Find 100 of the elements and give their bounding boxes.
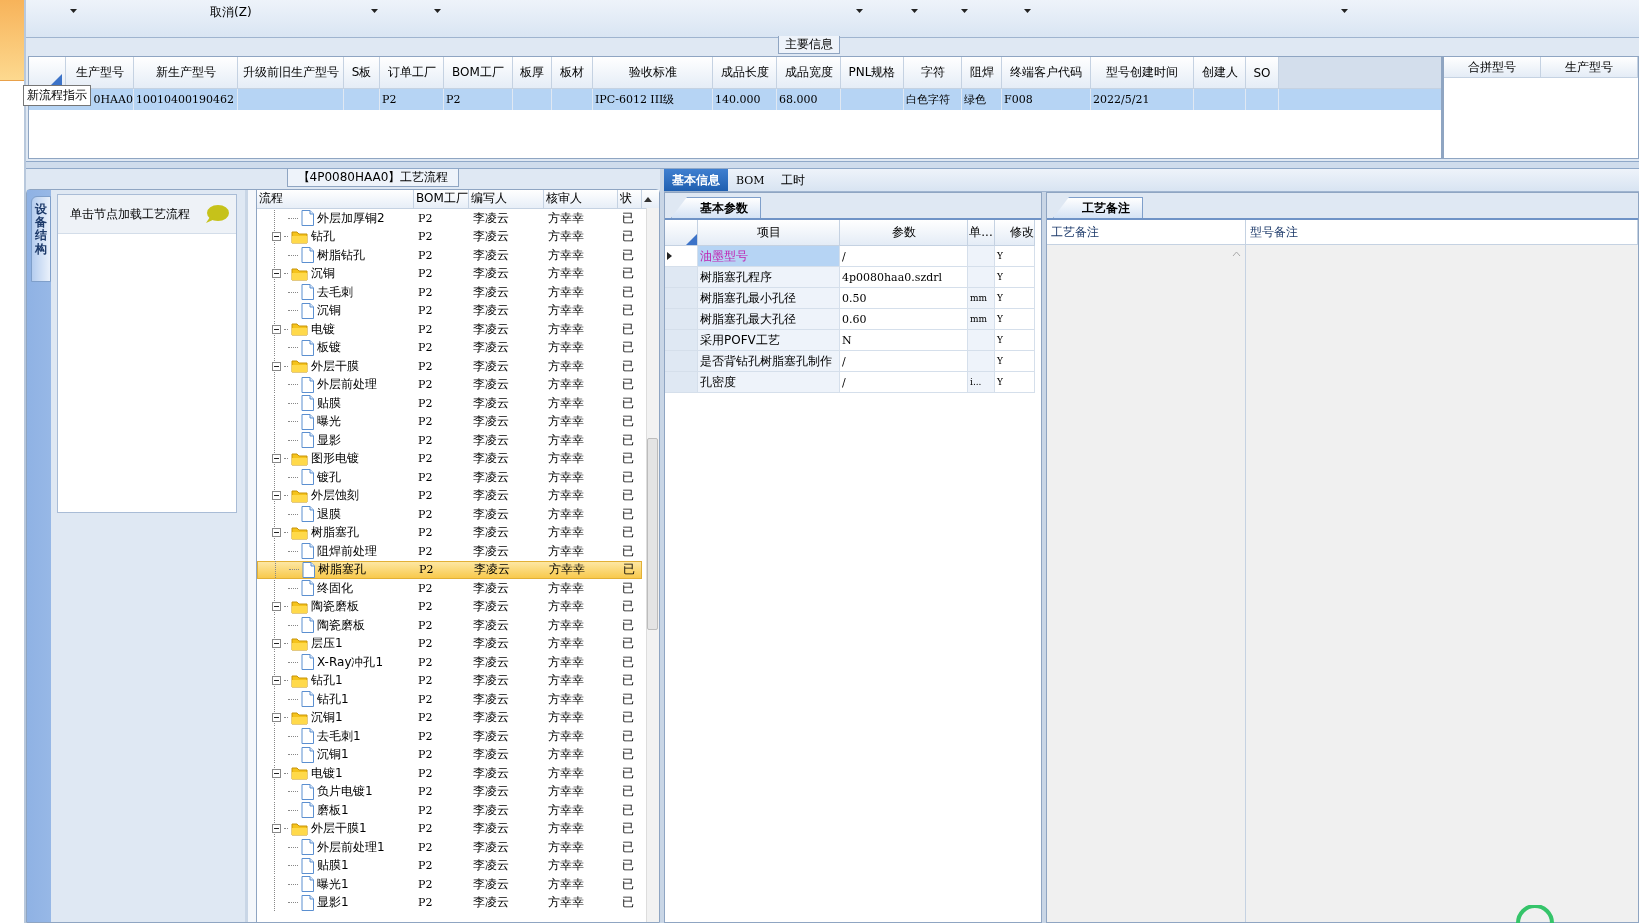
tree-row[interactable]: 磨板1 P2 李凌云 方幸幸 已 (257, 801, 642, 820)
table-cell (968, 330, 995, 351)
collapse-icon[interactable] (272, 361, 281, 371)
column-header[interactable]: 核审人 (544, 190, 618, 208)
table-cell: 已 (623, 562, 635, 577)
table-cell: 方幸幸 (548, 580, 584, 595)
tree-row[interactable]: X-Ray冲孔1 P2 李凌云 方幸幸 已 (257, 653, 642, 672)
column-header[interactable]: 合拼型号 (1444, 57, 1541, 77)
table-corner[interactable] (665, 220, 698, 246)
table-cell: 李凌云 (473, 284, 509, 299)
collapse-icon[interactable] (272, 602, 281, 612)
dropdown-caret-icon[interactable] (434, 9, 441, 13)
collapse-icon[interactable] (272, 324, 281, 334)
tree-row[interactable]: 陶瓷磨板 P2 李凌云 方幸幸 已 (257, 616, 642, 635)
tree-row[interactable]: 外层干膜1 P2 李凌云 方幸幸 已 (257, 819, 642, 838)
column-header[interactable]: 流程 (257, 190, 414, 208)
tree-row[interactable]: 负片电镀1 P2 李凌云 方幸幸 已 (257, 782, 642, 801)
column-header[interactable]: 单... (968, 220, 995, 246)
dropdown-caret-icon[interactable] (1024, 9, 1031, 13)
column-header[interactable]: 编写人 (469, 190, 544, 208)
scroll-up-icon[interactable] (643, 195, 653, 203)
folder-icon (291, 451, 308, 466)
table-cell: P2 (418, 378, 433, 392)
table-cell: 方幸幸 (548, 654, 584, 669)
tree-row[interactable]: 退膜 P2 李凌云 方幸幸 已 (257, 505, 642, 524)
collapse-icon[interactable] (272, 269, 281, 279)
tree-row[interactable]: 板镀 P2 李凌云 方幸幸 已 (257, 338, 642, 357)
column-header[interactable]: BOM工厂 (414, 190, 469, 208)
tree-row[interactable]: 显影1 P2 李凌云 方幸幸 已 (257, 893, 642, 912)
row-header[interactable] (665, 246, 698, 267)
tree-row[interactable]: 沉铜1 P2 李凌云 方幸幸 已 (257, 708, 642, 727)
tree-row[interactable]: 显影 P2 李凌云 方幸幸 已 (257, 431, 642, 450)
tree-row[interactable]: 图形电镀 P2 李凌云 方幸幸 已 (257, 449, 642, 468)
tree-row[interactable]: 沉铜 P2 李凌云 方幸幸 已 (257, 301, 642, 320)
cancel-menu[interactable]: 取消(Z) (210, 4, 252, 21)
table-cell: Y (995, 330, 1035, 351)
tree-row[interactable]: 外层加厚铜2 P2 李凌云 方幸幸 已 (257, 209, 642, 228)
tab[interactable]: 工时 (772, 169, 813, 191)
table-cell: 李凌云 (473, 432, 509, 447)
tree-row[interactable]: 曝光 P2 李凌云 方幸幸 已 (257, 412, 642, 431)
tree-row[interactable]: 阻焊前处理 P2 李凌云 方幸幸 已 (257, 542, 642, 561)
table-cell: 方幸幸 (548, 821, 584, 836)
column-header[interactable]: 项目 (698, 220, 840, 246)
tree-row[interactable]: 钻孔1 P2 李凌云 方幸幸 已 (257, 690, 642, 709)
dropdown-caret-icon[interactable] (1341, 9, 1348, 13)
tree-row[interactable]: 电镀 P2 李凌云 方幸幸 已 (257, 320, 642, 339)
column-header[interactable]: 状 (618, 190, 642, 208)
collapse-icon[interactable] (272, 768, 281, 778)
collapse-icon[interactable] (272, 528, 281, 538)
table-cell: P2 (418, 637, 433, 651)
scrollbar-thumb[interactable] (647, 438, 658, 630)
tree-node-label: 电镀1 (311, 764, 343, 782)
tree-row[interactable]: 沉铜 P2 李凌云 方幸幸 已 (257, 264, 642, 283)
tree-row[interactable]: 树脂钻孔 P2 李凌云 方幸幸 已 (257, 246, 642, 265)
column-header[interactable]: 参数 (840, 220, 968, 246)
table-cell: 已 (622, 617, 634, 632)
tree-row[interactable]: 外层干膜 P2 李凌云 方幸幸 已 (257, 357, 642, 376)
table-cell: 已 (622, 895, 634, 910)
table-cell: 已 (622, 284, 634, 299)
tab[interactable]: 基本参数 (671, 197, 761, 218)
document-icon (301, 857, 314, 874)
collapse-icon[interactable] (272, 639, 281, 649)
collapse-icon[interactable] (272, 232, 281, 242)
collapse-icon[interactable] (272, 491, 281, 501)
column-header[interactable]: 型号备注 (1246, 220, 1638, 244)
tree-row[interactable]: 树脂塞孔 P2 李凌云 方幸幸 已 (257, 523, 642, 542)
tree-row[interactable]: 外层前处理1 P2 李凌云 方幸幸 已 (257, 838, 642, 857)
collapse-icon[interactable] (272, 713, 281, 723)
tree-row[interactable]: 曝光1 P2 李凌云 方幸幸 已 (257, 875, 642, 894)
tree-row[interactable]: 钻孔1 P2 李凌云 方幸幸 已 (257, 671, 642, 690)
tree-row[interactable]: 陶瓷磨板 P2 李凌云 方幸幸 已 (257, 597, 642, 616)
dropdown-caret-icon[interactable] (961, 9, 968, 13)
dropdown-caret-icon[interactable] (856, 9, 863, 13)
tree-row[interactable]: 去毛刺1 P2 李凌云 方幸幸 已 (257, 727, 642, 746)
tab[interactable]: 基本信息 (664, 169, 728, 191)
table-cell: 李凌云 (473, 451, 509, 466)
tree-row[interactable]: 层压1 P2 李凌云 方幸幸 已 (257, 634, 642, 653)
column-header[interactable]: 生产型号 (1541, 57, 1638, 77)
tree-row[interactable]: 树脂塞孔 P2 李凌云 方幸幸 已 (257, 560, 642, 579)
tree-row[interactable]: 外层前处理 P2 李凌云 方幸幸 已 (257, 375, 642, 394)
dropdown-caret-icon[interactable] (911, 9, 918, 13)
tree-row[interactable]: 镀孔 P2 李凌云 方幸幸 已 (257, 468, 642, 487)
column-header[interactable]: 工艺备注 (1047, 220, 1246, 244)
tree-row[interactable]: 电镀1 P2 李凌云 方幸幸 已 (257, 764, 642, 783)
tree-row[interactable]: 贴膜1 P2 李凌云 方幸幸 已 (257, 856, 642, 875)
collapse-icon[interactable] (272, 676, 281, 686)
collapse-icon[interactable] (272, 454, 281, 464)
tree-row[interactable]: 贴膜 P2 李凌云 方幸幸 已 (257, 394, 642, 413)
column-header[interactable]: 修改 (995, 220, 1035, 246)
tab[interactable]: BOM (728, 169, 773, 191)
collapse-icon[interactable] (272, 824, 281, 834)
tree-row[interactable]: 终固化 P2 李凌云 方幸幸 已 (257, 579, 642, 598)
tab[interactable]: 工艺备注 (1053, 197, 1143, 218)
dropdown-caret-icon[interactable] (70, 9, 77, 13)
tree-row[interactable]: 沉铜1 P2 李凌云 方幸幸 已 (257, 745, 642, 764)
tree-row[interactable]: 钻孔 P2 李凌云 方幸幸 已 (257, 227, 642, 246)
tree-row[interactable]: 去毛刺 P2 李凌云 方幸幸 已 (257, 283, 642, 302)
dropdown-caret-icon[interactable] (371, 9, 378, 13)
tree-row[interactable]: 外层蚀刻 P2 李凌云 方幸幸 已 (257, 486, 642, 505)
vertical-tab[interactable]: 设备结构 (31, 196, 51, 282)
